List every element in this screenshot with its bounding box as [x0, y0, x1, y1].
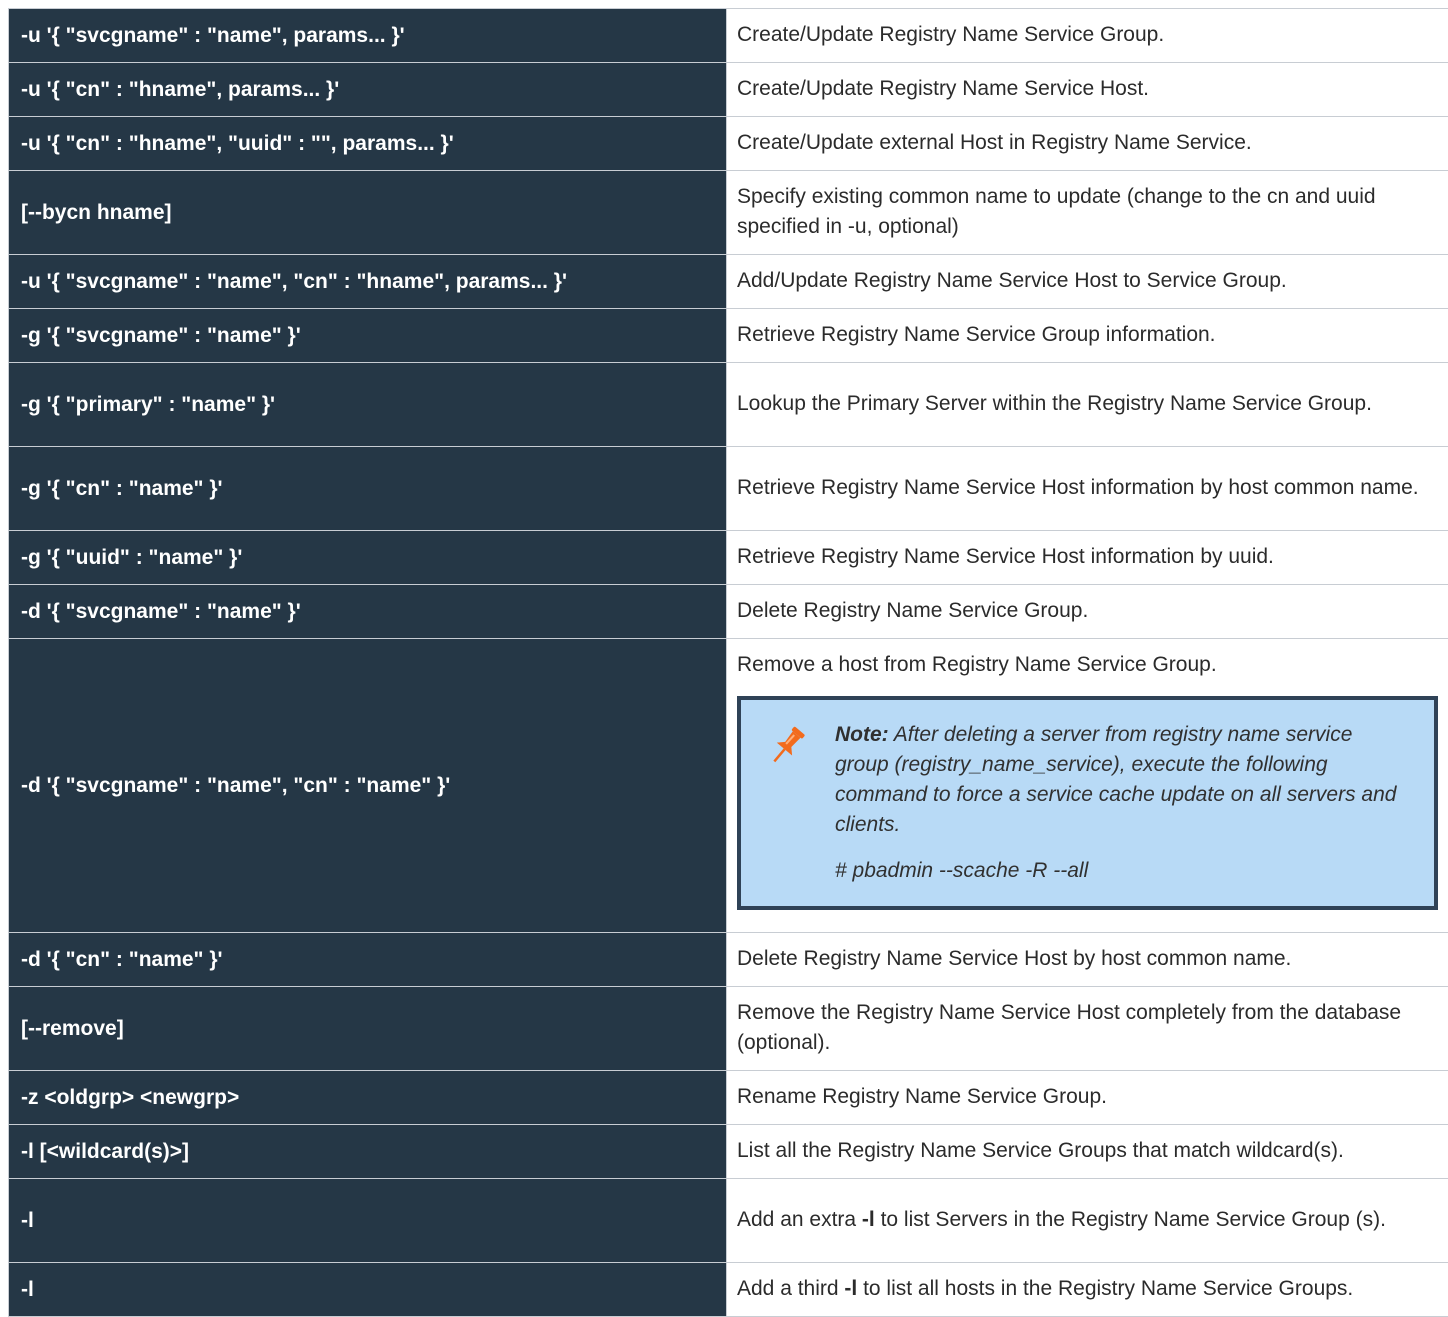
description-text: to list all hosts in the Registry Name S…	[857, 1277, 1353, 1300]
description-cell: Retrieve Registry Name Service Group inf…	[727, 309, 1448, 363]
table-row: -d '{ "svcgname" : "name" }' Delete Regi…	[9, 585, 1448, 639]
table-row: -g '{ "cn" : "name" }' Retrieve Registry…	[9, 447, 1448, 531]
option-cell: -u '{ "svcgname" : "name", params... }'	[9, 9, 727, 63]
description-cell: Lookup the Primary Server within the Reg…	[727, 363, 1448, 447]
option-cell: -g '{ "uuid" : "name" }'	[9, 531, 727, 585]
table-row: -z <oldgrp> <newgrp> Rename Registry Nam…	[9, 1071, 1448, 1125]
description-cell: Retrieve Registry Name Service Host info…	[727, 531, 1448, 585]
option-cell: -d '{ "cn" : "name" }'	[9, 933, 727, 987]
option-cell: -d '{ "svcgname" : "name" }'	[9, 585, 727, 639]
note-label: Note:	[835, 723, 889, 746]
table-row: -u '{ "svcgname" : "name", "cn" : "hname…	[9, 255, 1448, 309]
description-text: Remove a host from Registry Name Service…	[737, 650, 1438, 680]
table-row: -g '{ "uuid" : "name" }' Retrieve Regist…	[9, 531, 1448, 585]
description-cell: Retrieve Registry Name Service Host info…	[727, 447, 1448, 531]
description-cell: Specify existing common name to update (…	[727, 171, 1448, 255]
table-row: [--bycn hname] Specify existing common n…	[9, 171, 1448, 255]
table-row: [--remove] Remove the Registry Name Serv…	[9, 987, 1448, 1071]
note-text: Note: After deleting a server from regis…	[835, 720, 1410, 886]
option-cell: -g '{ "primary" : "name" }'	[9, 363, 727, 447]
description-cell: Add/Update Registry Name Service Host to…	[727, 255, 1448, 309]
table-row: -l [<wildcard(s)>] List all the Registry…	[9, 1125, 1448, 1179]
table-row: -l Add a third -l to list all hosts in t…	[9, 1263, 1448, 1317]
description-cell: Delete Registry Name Service Host by hos…	[727, 933, 1448, 987]
description-cell: List all the Registry Name Service Group…	[727, 1125, 1448, 1179]
description-text: to list Servers in the Registry Name Ser…	[875, 1208, 1386, 1231]
note-command: # pbadmin --scache -R --all	[835, 856, 1410, 886]
description-cell: Rename Registry Name Service Group.	[727, 1071, 1448, 1125]
description-text: Add a third	[737, 1277, 844, 1300]
table-row: -d '{ "cn" : "name" }' Delete Registry N…	[9, 933, 1448, 987]
note-body: After deleting a server from registry na…	[835, 723, 1396, 836]
table-row: -l Add an extra -l to list Servers in th…	[9, 1179, 1448, 1263]
option-cell: -u '{ "cn" : "hname", "uuid" : "", param…	[9, 117, 727, 171]
option-flag: -l	[862, 1208, 875, 1231]
table-row: -u '{ "cn" : "hname", "uuid" : "", param…	[9, 117, 1448, 171]
table-row: -d '{ "svcgname" : "name", "cn" : "name"…	[9, 639, 1448, 933]
description-text: Add an extra	[737, 1208, 862, 1231]
table-row: -u '{ "cn" : "hname", params... }' Creat…	[9, 63, 1448, 117]
description-cell: Delete Registry Name Service Group.	[727, 585, 1448, 639]
option-cell: -u '{ "svcgname" : "name", "cn" : "hname…	[9, 255, 727, 309]
description-cell: Add a third -l to list all hosts in the …	[727, 1263, 1448, 1317]
note-callout: Note: After deleting a server from regis…	[737, 696, 1438, 910]
table-row: -g '{ "primary" : "name" }' Lookup the P…	[9, 363, 1448, 447]
option-cell: -g '{ "svcgname" : "name" }'	[9, 309, 727, 363]
option-cell: -g '{ "cn" : "name" }'	[9, 447, 727, 531]
description-cell: Add an extra -l to list Servers in the R…	[727, 1179, 1448, 1263]
option-cell: -l [<wildcard(s)>]	[9, 1125, 727, 1179]
option-cell: [--bycn hname]	[9, 171, 727, 255]
option-cell: -z <oldgrp> <newgrp>	[9, 1071, 727, 1125]
option-cell: -d '{ "svcgname" : "name", "cn" : "name"…	[9, 639, 727, 933]
pushpin-icon	[765, 720, 835, 886]
table-row: -g '{ "svcgname" : "name" }' Retrieve Re…	[9, 309, 1448, 363]
option-cell: -u '{ "cn" : "hname", params... }'	[9, 63, 727, 117]
description-cell: Create/Update Registry Name Service Grou…	[727, 9, 1448, 63]
options-table: -u '{ "svcgname" : "name", params... }' …	[8, 8, 1448, 1317]
description-cell: Remove a host from Registry Name Service…	[727, 639, 1448, 933]
option-flag: -l	[844, 1277, 857, 1300]
description-cell: Create/Update Registry Name Service Host…	[727, 63, 1448, 117]
option-cell: [--remove]	[9, 987, 727, 1071]
description-cell: Create/Update external Host in Registry …	[727, 117, 1448, 171]
option-cell: -l	[9, 1179, 727, 1263]
table-row: -u '{ "svcgname" : "name", params... }' …	[9, 9, 1448, 63]
option-cell: -l	[9, 1263, 727, 1317]
description-cell: Remove the Registry Name Service Host co…	[727, 987, 1448, 1071]
